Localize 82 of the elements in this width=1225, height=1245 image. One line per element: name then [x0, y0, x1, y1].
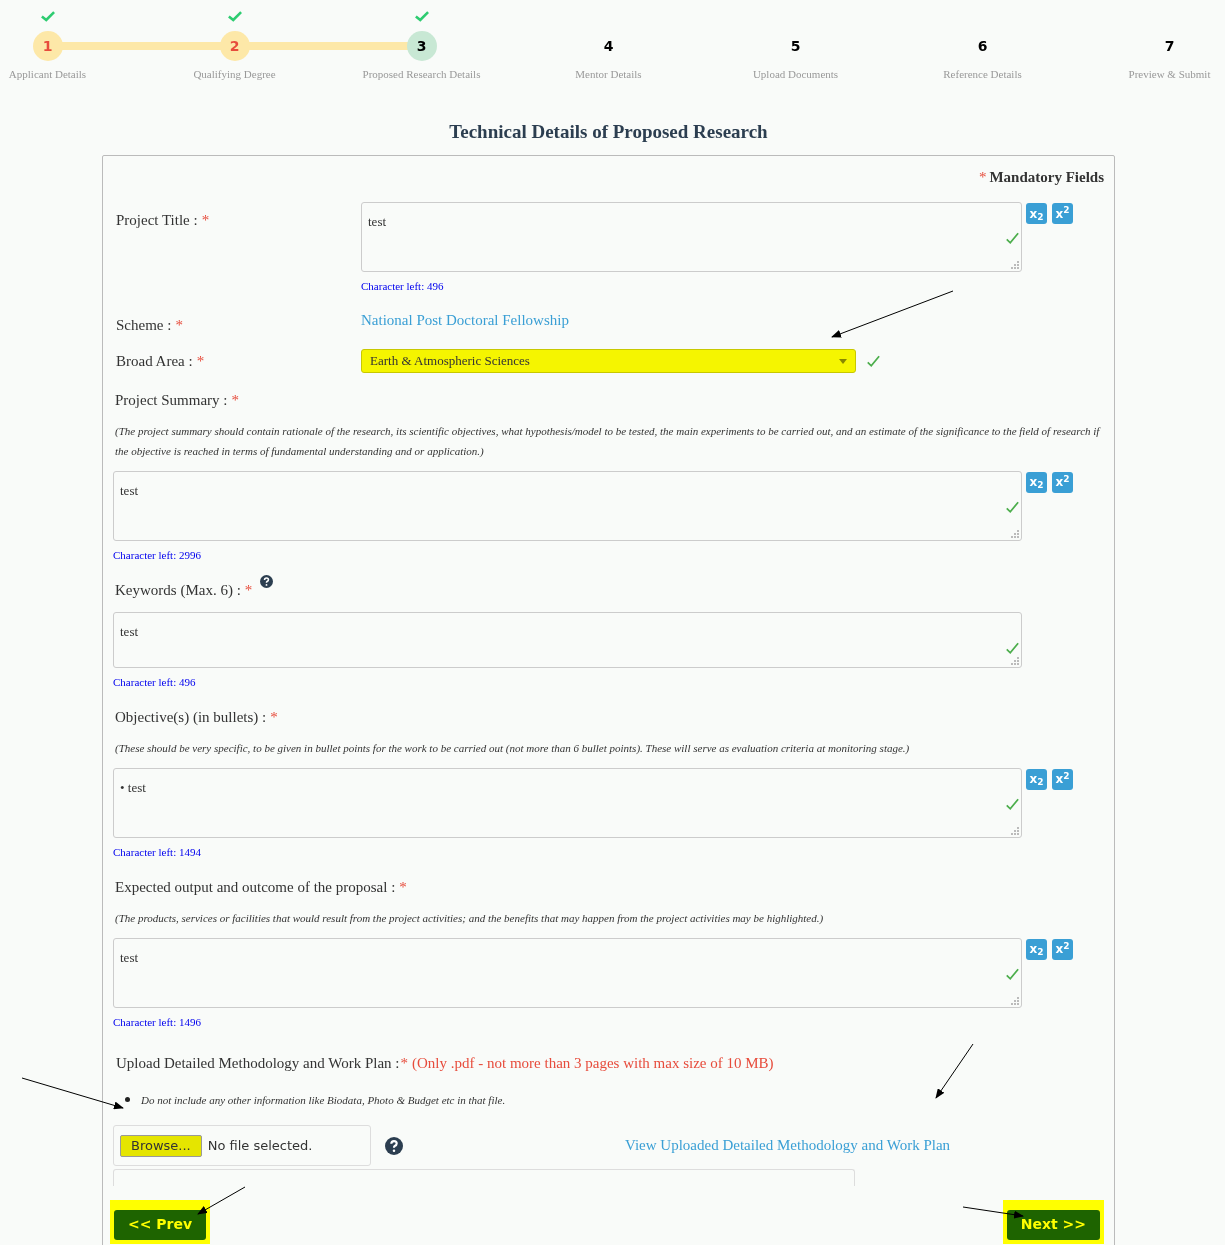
text-area[interactable]: • test: [113, 767, 1022, 838]
required-asterisk: *: [196, 351, 205, 371]
mandatory-fields-note: Mandatory Fields: [989, 167, 1104, 187]
step-label[interactable]: Proposed Research Details: [362, 66, 481, 83]
subscript-button[interactable]: x$_{2}$: [1026, 203, 1047, 224]
step-number[interactable]: 7: [1154, 31, 1185, 61]
character-counter: Character left: 1494: [113, 844, 202, 860]
field-value: test: [368, 214, 387, 229]
character-counter: Character left: 496: [113, 674, 197, 690]
superscript-button[interactable]: x$^{2}$: [1052, 471, 1073, 493]
field-label: Project Summary :: [115, 391, 228, 410]
step-number[interactable]: 3: [406, 31, 437, 61]
field-label: Scheme :: [116, 315, 172, 335]
field-label: Broad Area :: [116, 351, 193, 371]
required-asterisk: *: [231, 391, 239, 410]
required-asterisk: *: [270, 708, 278, 727]
page-title: Technical Details of Proposed Research: [448, 120, 769, 144]
superscript-button[interactable]: x$^{2}$: [1052, 938, 1073, 960]
caret-icon: [839, 358, 847, 364]
view-upload-link[interactable]: View Uploaded Detailed Methodology and Work Plan: [625, 1134, 951, 1157]
help-icon[interactable]: [260, 575, 274, 588]
step-label[interactable]: Reference Details: [943, 66, 1022, 83]
required-asterisk: *: [978, 167, 987, 187]
character-counter: Character left: 496: [361, 279, 445, 294]
file-status: No file selected.: [207, 1136, 313, 1155]
field-label: Upload Detailed Methodology and Work Plan :: [116, 1054, 400, 1073]
step-label[interactable]: Mentor Details: [575, 66, 642, 83]
step-label[interactable]: Preview & Submit: [1128, 66, 1211, 83]
resize-grip-icon[interactable]: [1010, 655, 1020, 666]
text-area[interactable]: test: [113, 937, 1022, 1008]
arrow: [197, 1186, 246, 1215]
required-asterisk: *: [400, 1054, 408, 1073]
step-number[interactable]: 6: [967, 31, 998, 61]
field-label: Objective(s) (in bullets) :: [115, 708, 267, 727]
superscript-button[interactable]: x$^{2}$: [1052, 768, 1073, 790]
arrow: [935, 1043, 974, 1099]
field-label: Keywords (Max. 6) :: [115, 581, 241, 600]
prev-button[interactable]: << Prev: [114, 1209, 207, 1240]
field-value: test: [120, 482, 139, 498]
text-area[interactable]: test: [113, 470, 1022, 541]
character-counter: Character left: 1496: [113, 1014, 202, 1030]
upload-instruction: Do not include any other information like Biodata, Photo & Budget etc in that file.: [141, 1092, 506, 1108]
help-icon[interactable]: [385, 1136, 403, 1155]
step-number[interactable]: 1: [32, 31, 63, 61]
scheme-link[interactable]: National Post Doctoral Fellowship: [361, 308, 569, 331]
step-number[interactable]: 5: [780, 31, 811, 61]
dropdown-value: Earth & Atmospheric Sciences: [370, 352, 531, 371]
field-instructions: (These should be very specific, to be given in bullet points for the work to be carried out (not more than 6 bullet points). These will serve as evaluation criteria at monitoring stage.): [114, 740, 911, 756]
step-number[interactable]: 2: [219, 31, 250, 61]
required-asterisk: *: [244, 581, 253, 600]
resize-grip-icon[interactable]: [1010, 825, 1020, 836]
field-value: test: [120, 949, 139, 965]
field-value: test: [120, 623, 139, 639]
field-instructions: (The products, services or facilities that would result from the project activities; and the benefits that may happen from the project activities may be highlighted.): [114, 910, 825, 926]
field-label: Project Title :: [116, 211, 198, 230]
required-asterisk: *: [399, 878, 407, 897]
upload-requirements: (Only .pdf - not more than 3 pages with max size of 10 MB): [412, 1054, 774, 1073]
step-label[interactable]: Upload Documents: [752, 66, 839, 83]
required-asterisk: *: [201, 211, 210, 230]
resize-grip-icon[interactable]: [1010, 528, 1020, 539]
browse-button[interactable]: Browse...: [120, 1134, 202, 1157]
text-area[interactable]: test: [361, 202, 1022, 272]
subscript-button[interactable]: x$_{2}$: [1026, 938, 1047, 960]
field-value: • test: [120, 779, 146, 795]
dropdown[interactable]: Earth & Atmospheric Sciences: [361, 349, 856, 373]
resize-grip-icon[interactable]: [1010, 995, 1020, 1006]
file-input[interactable]: Browse... No file selected.: [113, 1125, 371, 1166]
bullet-icon: [125, 1097, 130, 1103]
text-area[interactable]: test: [113, 611, 1022, 668]
required-asterisk: *: [175, 315, 183, 335]
arrow: [962, 1206, 1024, 1219]
subscript-button[interactable]: x$_{2}$: [1026, 768, 1047, 790]
character-counter: Character left: 2996: [113, 547, 202, 563]
step-label[interactable]: Applicant Details: [8, 66, 87, 83]
field-instructions: (The project summary should contain rationale of the research, its scientific objectives, what hypothesis/model to be tested, the main experiments to be carried out, and an estimate of the significance to the field of research if the objective is reached in terms of fundamental understanding and or application.): [114, 423, 1102, 459]
step-label[interactable]: Qualifying Degree: [193, 66, 276, 83]
superscript-button[interactable]: x$^{2}$: [1052, 203, 1073, 224]
next-button[interactable]: Next >>: [1006, 1209, 1100, 1240]
field-label: Expected output and outcome of the proposal :: [115, 878, 396, 897]
subscript-button[interactable]: x$_{2}$: [1026, 471, 1047, 493]
step-number[interactable]: 4: [593, 31, 624, 61]
resize-grip-icon[interactable]: [1010, 260, 1020, 270]
